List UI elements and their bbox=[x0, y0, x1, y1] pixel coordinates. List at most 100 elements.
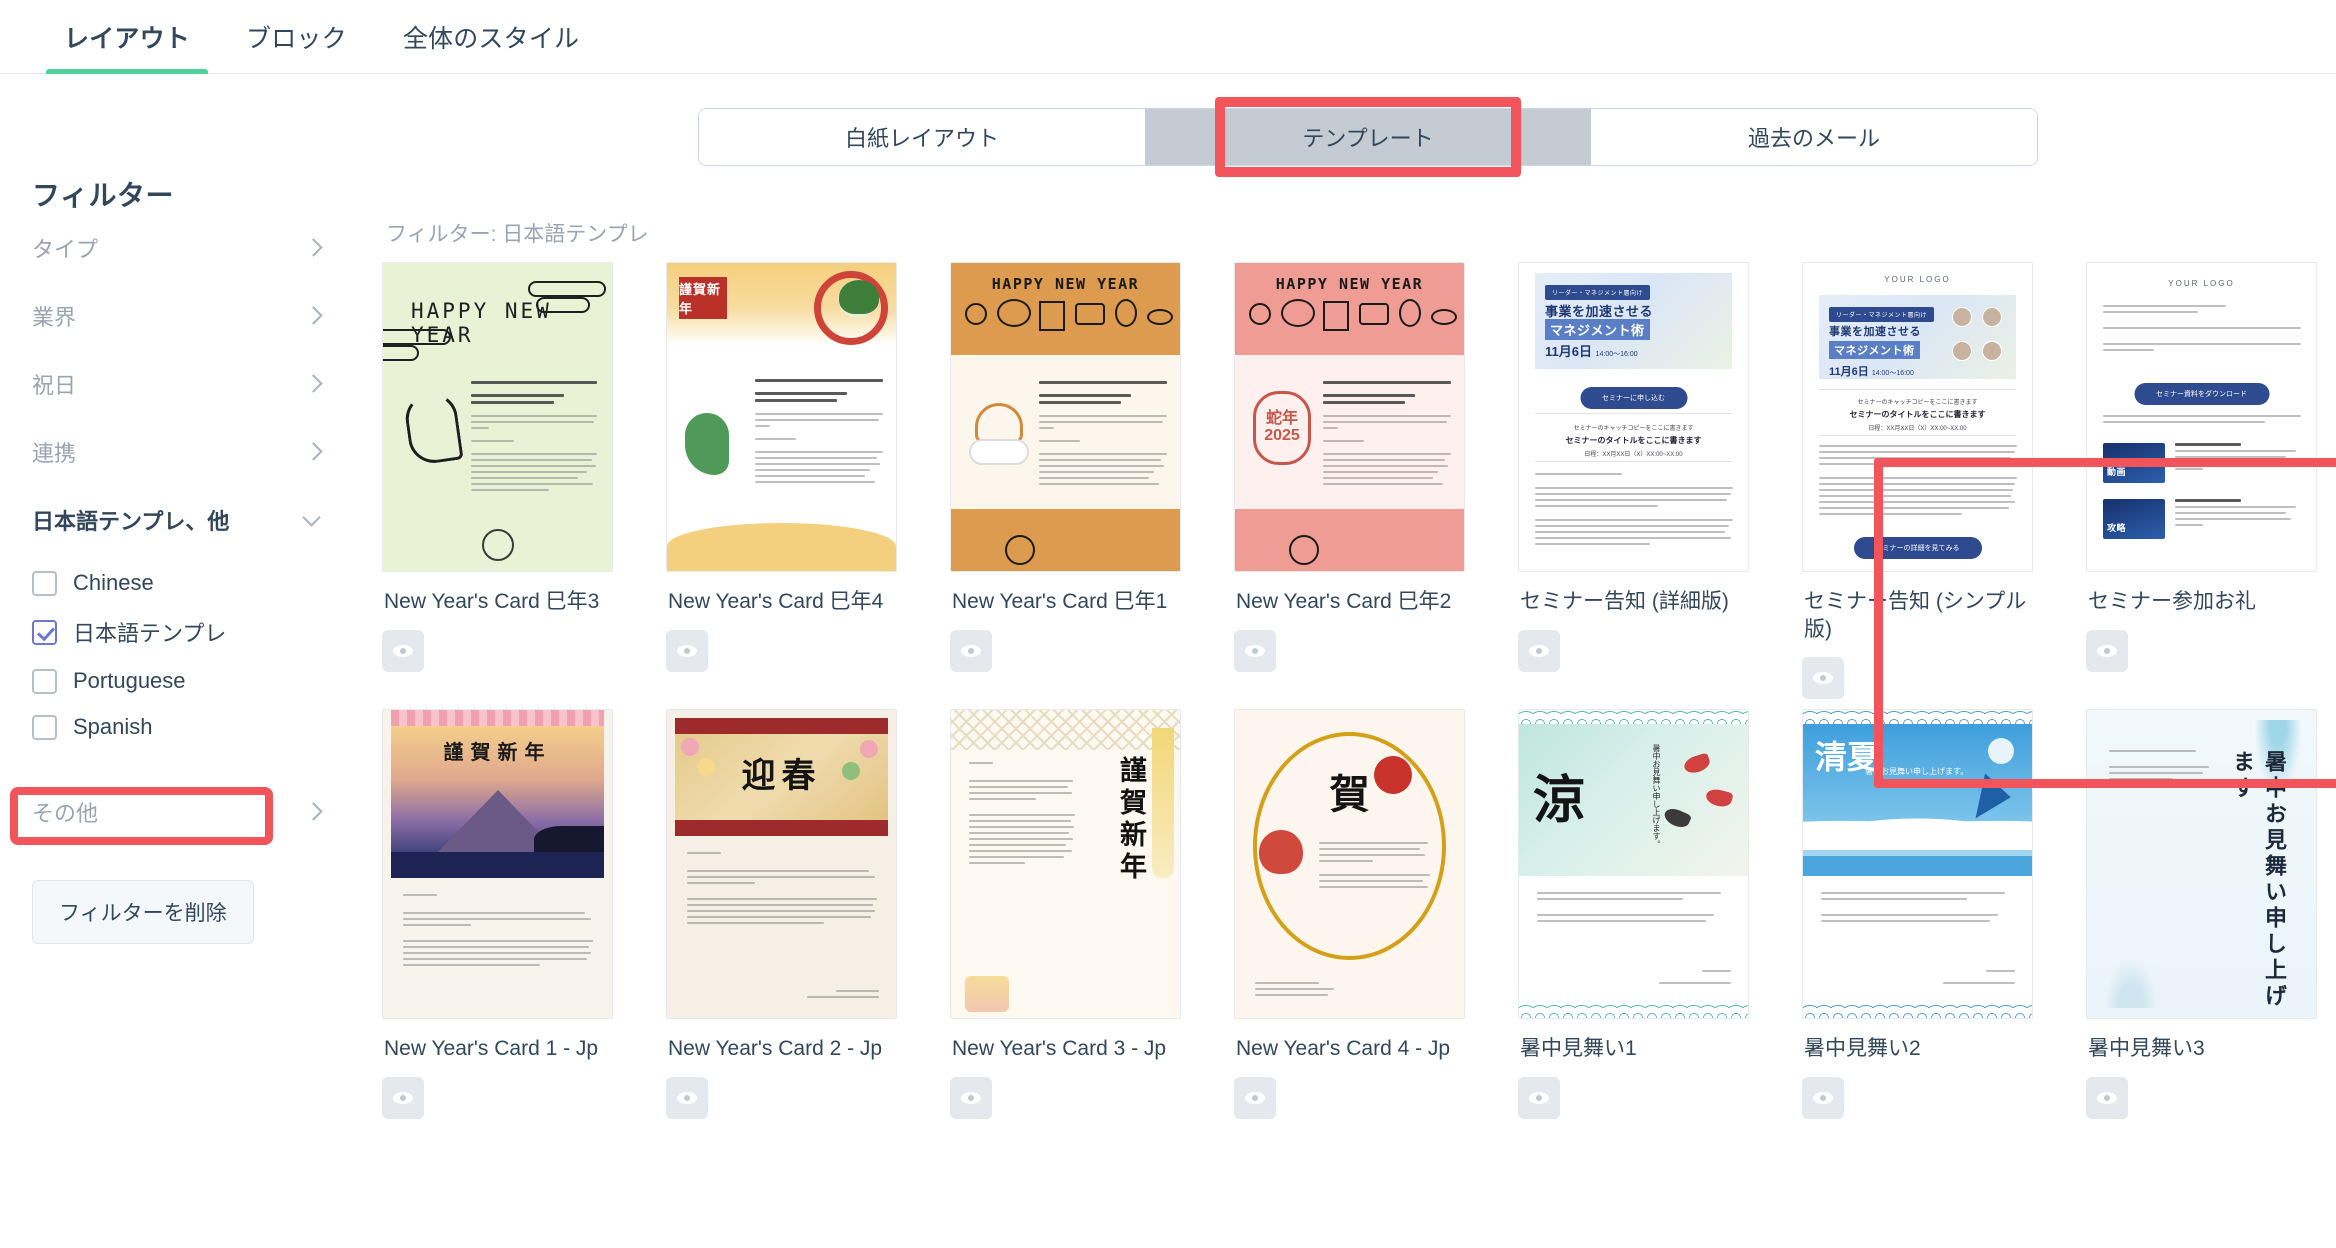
checkbox-spanish[interactable] bbox=[32, 714, 57, 740]
template-thumbnail[interactable]: 暑中お見舞い申し上げます bbox=[2086, 709, 2317, 1020]
filter-group-industry-label: 業界 bbox=[32, 305, 77, 330]
preview-eye-icon[interactable] bbox=[382, 629, 424, 672]
filter-group-type[interactable]: タイプ bbox=[30, 214, 330, 282]
template-thumbnail[interactable]: 清夏 暑中お見舞い申し上げます。 bbox=[1802, 709, 2033, 1020]
segment-blank-layout[interactable]: 白紙レイアウト bbox=[699, 109, 1145, 165]
template-card[interactable]: リーダー・マネジメント層向け 事業を加速させる マネジメント術 11月6日 14… bbox=[1518, 262, 1802, 709]
preview-eye-icon[interactable] bbox=[1234, 1077, 1276, 1120]
hero-time: 14:00～16:00 bbox=[1595, 351, 1638, 358]
template-card[interactable]: YOUR LOGO リーダー・マネジメント層向け 事業を加速させる マネジメント… bbox=[1802, 262, 2086, 709]
template-thumbnail[interactable]: 謹賀新年 bbox=[382, 709, 613, 1020]
template-browser: 白紙レイアウト テンプレート 過去のメール フィルター: 日本語テンプレ HAP… bbox=[360, 74, 2336, 1248]
sidebar-title: フィルター bbox=[32, 180, 174, 211]
template-thumbnail[interactable]: YOUR LOGO リーダー・マネジメント層向け 事業を加速させる マネジメント… bbox=[1802, 262, 2033, 572]
filter-group-language[interactable]: 日本語テンプレ、他 bbox=[30, 486, 330, 554]
chevron-right-icon bbox=[302, 441, 324, 463]
hero-cta: セミナーに申し込む bbox=[1580, 387, 1687, 409]
tab-layout-label: レイアウト bbox=[64, 24, 191, 53]
template-card[interactable]: 清夏 暑中お見舞い申し上げます。 暑中見舞い2 bbox=[1802, 709, 2086, 1129]
tab-layout[interactable]: レイアウト bbox=[36, 0, 218, 74]
template-thumbnail[interactable]: 涼 暑中お見舞い申し上げます。 bbox=[1518, 709, 1749, 1020]
seminar-subtitle: セミナーのタイトルをここに書きます bbox=[1849, 410, 1986, 419]
daruma-icon bbox=[1259, 830, 1303, 875]
hero-title-2: マネジメント術 bbox=[1545, 319, 1650, 340]
clear-filters-button[interactable]: フィルターを削除 bbox=[32, 880, 254, 944]
template-thumbnail[interactable]: HAPPY NEW YEAR 蛇年2025 bbox=[1234, 262, 1465, 572]
checkbox-row-portuguese[interactable]: Portuguese bbox=[32, 658, 330, 704]
checkbox-row-chinese[interactable]: Chinese bbox=[32, 560, 330, 606]
chevron-down-icon bbox=[302, 509, 324, 531]
template-card-label: セミナー告知 (シンプル版) bbox=[1804, 590, 2027, 641]
preview-eye-icon[interactable] bbox=[666, 629, 708, 672]
template-thumbnail[interactable]: HAPPY NEW YEAR bbox=[382, 262, 613, 572]
preview-eye-icon[interactable] bbox=[1518, 629, 1560, 672]
template-card-label: 暑中見舞い1 bbox=[1520, 1037, 1637, 1061]
preview-eye-icon[interactable] bbox=[2086, 629, 2128, 672]
template-card-label: New Year's Card 巳年4 bbox=[668, 590, 884, 613]
checkbox-portuguese[interactable] bbox=[32, 668, 57, 694]
preview-eye-icon[interactable] bbox=[950, 1077, 992, 1120]
tab-global-style-label: 全体のスタイル bbox=[402, 24, 580, 53]
template-thumbnail[interactable]: リーダー・マネジメント層向け 事業を加速させる マネジメント術 11月6日 14… bbox=[1518, 262, 1749, 572]
template-card[interactable]: 暑中お見舞い申し上げます 暑中見舞い3 bbox=[2086, 709, 2336, 1129]
template-thumbnail[interactable]: 賀 bbox=[1234, 709, 1465, 1020]
template-card[interactable]: 涼 暑中お見舞い申し上げます。 暑中見舞い1 bbox=[1518, 709, 1802, 1129]
speaker-avatar bbox=[1982, 307, 2002, 327]
template-card[interactable]: 謹賀新年 bbox=[950, 709, 1234, 1129]
segment-templates[interactable]: テンプレート bbox=[1145, 109, 1591, 165]
preview-eye-icon[interactable] bbox=[1234, 629, 1276, 672]
template-thumbnail[interactable]: 謹賀新年 bbox=[666, 262, 897, 572]
thumbnail-art-summer-vertical: 暑中お見舞い申し上げます bbox=[2087, 710, 2316, 1019]
preview-eye-icon[interactable] bbox=[382, 1077, 424, 1120]
speaker-avatar bbox=[1952, 307, 1972, 327]
filter-sidebar: フィルター タイプ 業界 祝日 連携 日本語テンプレ、他 Chinese 日本語… bbox=[0, 74, 360, 1248]
preview-eye-icon[interactable] bbox=[1802, 1077, 1844, 1120]
checkbox-japanese[interactable] bbox=[32, 619, 57, 645]
thumbnail-art-new-year-green: HAPPY NEW YEAR bbox=[383, 263, 612, 571]
template-card[interactable]: 謹賀新年 bbox=[666, 262, 950, 709]
template-thumbnail[interactable]: 謹賀新年 bbox=[950, 709, 1181, 1020]
template-card[interactable]: HAPPY NEW YEAR bbox=[382, 262, 666, 709]
thumbnail-heading: HAPPY NEW YEAR bbox=[1275, 275, 1424, 293]
checkbox-spanish-label: Spanish bbox=[73, 714, 153, 739]
filter-group-other[interactable]: その他 bbox=[30, 778, 330, 846]
filter-group-integration-label: 連携 bbox=[32, 441, 77, 466]
preview-eye-icon[interactable] bbox=[2086, 1077, 2128, 1120]
active-filter-note: フィルター: 日本語テンプレ bbox=[386, 223, 649, 246]
preview-eye-icon[interactable] bbox=[1518, 1077, 1560, 1120]
wreath-illustration-icon bbox=[814, 271, 888, 345]
filter-group-industry[interactable]: 業界 bbox=[30, 282, 330, 350]
summer-message: 暑中お見舞い申し上げます。 bbox=[1652, 744, 1661, 849]
template-thumbnail[interactable]: HAPPY NEW YEAR bbox=[950, 262, 1181, 572]
template-card[interactable]: 謹賀新年 bbox=[382, 709, 666, 1129]
template-thumbnail[interactable]: 迎春 bbox=[666, 709, 897, 1020]
speaker-avatar bbox=[1952, 341, 1972, 361]
thumbnail-heading: 謹賀新年 bbox=[1115, 756, 1146, 885]
template-thumbnail[interactable]: YOUR LOGO セミナー資料をダウンロード 動画 攻略 bbox=[2086, 262, 2317, 572]
checkbox-chinese[interactable] bbox=[32, 570, 57, 596]
preview-eye-icon[interactable] bbox=[950, 629, 992, 672]
template-card[interactable]: HAPPY NEW YEAR bbox=[950, 262, 1234, 709]
preview-eye-icon[interactable] bbox=[666, 1077, 708, 1120]
tab-global-style[interactable]: 全体のスタイル bbox=[375, 0, 607, 74]
template-card[interactable]: 賀 New Year's Card 4 - Jp bbox=[1234, 709, 1518, 1129]
thumbnail-art-kinga-vertical: 謹賀新年 bbox=[951, 710, 1180, 1019]
template-card-label: New Year's Card 巳年1 bbox=[952, 590, 1168, 613]
template-card[interactable]: 迎春 New Year's Card 2 - Jp bbox=[666, 709, 950, 1129]
template-card[interactable]: YOUR LOGO セミナー資料をダウンロード 動画 攻略 セミナー参加お礼 bbox=[2086, 262, 2336, 709]
preview-eye-icon[interactable] bbox=[1802, 657, 1844, 700]
checkbox-row-spanish[interactable]: Spanish bbox=[32, 704, 330, 750]
thumbnail-heading: 謹賀新年 bbox=[443, 740, 552, 765]
thumbnail-art-seminar-thanks: YOUR LOGO セミナー資料をダウンロード 動画 攻略 bbox=[2087, 263, 2316, 571]
thumbnail-heading: HAPPY NEW YEAR bbox=[991, 275, 1140, 293]
filter-group-integration[interactable]: 連携 bbox=[30, 418, 330, 486]
tab-blocks[interactable]: ブロック bbox=[218, 0, 375, 74]
filter-group-holiday[interactable]: 祝日 bbox=[30, 350, 330, 418]
template-card-label: New Year's Card 3 - Jp bbox=[952, 1037, 1167, 1061]
checkbox-row-japanese[interactable]: 日本語テンプレ bbox=[32, 606, 330, 658]
your-logo-text: YOUR LOGO bbox=[2168, 279, 2235, 288]
summer-message: 暑中お見舞い申し上げます。 bbox=[1865, 767, 1969, 777]
hero-date: 11月6日 bbox=[1829, 366, 1869, 378]
segment-past-emails[interactable]: 過去のメール bbox=[1591, 109, 2037, 165]
template-card[interactable]: HAPPY NEW YEAR 蛇年2025 New Year's Card 巳年… bbox=[1234, 262, 1518, 709]
